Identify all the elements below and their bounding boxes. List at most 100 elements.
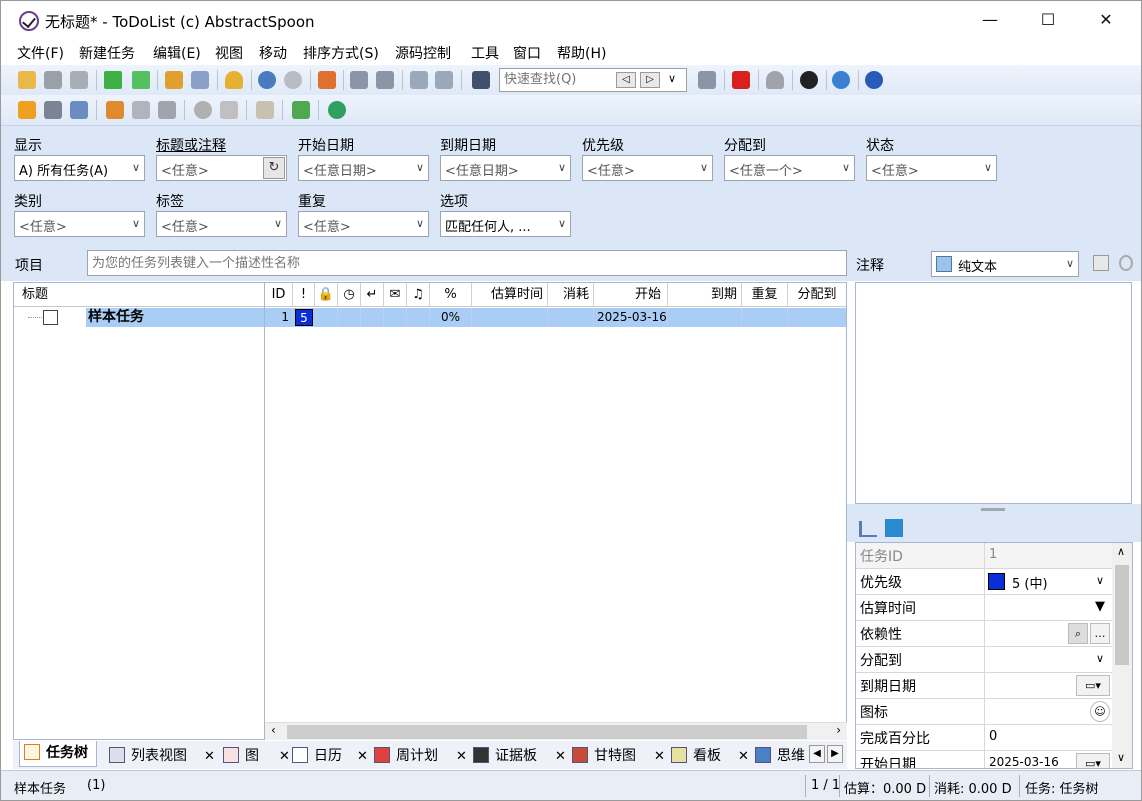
- link-icon[interactable]: [132, 101, 150, 119]
- scroll-left-icon[interactable]: ‹: [271, 723, 276, 737]
- settings-gear-icon[interactable]: [832, 71, 850, 89]
- menu-view[interactable]: 视图: [215, 43, 243, 63]
- spark-icon[interactable]: [18, 101, 36, 119]
- filter-options-select[interactable]: 匹配任何人, ... ∨: [440, 211, 571, 237]
- flag-icon[interactable]: [106, 101, 124, 119]
- inspector-scrollbar[interactable]: ∧ ∨: [1112, 543, 1132, 768]
- help-icon[interactable]: [865, 71, 883, 89]
- task-columns-grid[interactable]: ID ! 🔒 ◷ ↵ ✉ ♫ % 估算时间 消耗 开始 到期 重复 分配到 1 …: [265, 282, 847, 740]
- minimize-button[interactable]: —: [961, 1, 1019, 39]
- prop-icon[interactable]: 图标 ☺: [856, 699, 1112, 725]
- search-icon[interactable]: ⌕: [1068, 623, 1088, 644]
- open-folder-icon[interactable]: [18, 71, 36, 89]
- prop-priority[interactable]: 优先级 5 (中) ∨: [856, 569, 1112, 595]
- calendar-dropdown-icon[interactable]: ▭▾: [1076, 753, 1110, 768]
- menu-file[interactable]: 文件(F): [17, 43, 64, 63]
- priority-exclamation-icon[interactable]: !: [293, 283, 315, 307]
- notes-calendar-icon[interactable]: [1093, 255, 1109, 271]
- list-sort-icon[interactable]: [859, 521, 877, 537]
- prop-start-date[interactable]: 开始日期 2025-03-16 ▭▾: [856, 751, 1112, 768]
- clock-column-icon[interactable]: ◷: [338, 283, 361, 307]
- find-binoculars-icon[interactable]: [472, 71, 490, 89]
- tab-calendar[interactable]: 日历: [292, 745, 342, 765]
- filter-status-select[interactable]: <任意> ∨: [866, 155, 997, 181]
- priority-badge[interactable]: 5: [295, 309, 313, 326]
- close-tab-icon[interactable]: ✕: [555, 749, 566, 764]
- chevron-down-icon[interactable]: ∨: [668, 72, 676, 85]
- horizontal-scrollbar[interactable]: ‹ ›: [265, 722, 847, 740]
- tab-list-view[interactable]: 列表视图: [109, 745, 187, 765]
- prop-assigned[interactable]: 分配到 ∨: [856, 647, 1112, 673]
- column-header-spent[interactable]: 消耗: [548, 283, 594, 307]
- notes-editor[interactable]: [855, 282, 1132, 504]
- chevron-down-icon[interactable]: ∨: [1090, 571, 1110, 592]
- find-prev-icon[interactable]: ◁: [616, 72, 636, 88]
- column-header-start[interactable]: 开始: [594, 283, 668, 307]
- filter-assigned-select[interactable]: <任意一个> ∨: [724, 155, 855, 181]
- close-button[interactable]: ✕: [1077, 1, 1135, 39]
- column-header-recur[interactable]: 重复: [742, 283, 788, 307]
- menu-new-task[interactable]: 新建任务: [79, 43, 135, 63]
- scroll-icon[interactable]: [256, 101, 274, 119]
- redo-icon[interactable]: [284, 71, 302, 89]
- scroll-thumb[interactable]: [1115, 565, 1129, 665]
- tab-gantt[interactable]: 甘特图: [572, 745, 636, 765]
- menu-source-control[interactable]: 源码控制: [395, 43, 451, 63]
- arrow-right-icon[interactable]: [435, 71, 453, 89]
- tab-scroll-left-icon[interactable]: ◀: [809, 745, 825, 763]
- column-header-title[interactable]: 标题: [14, 283, 264, 307]
- scroll-down-icon[interactable]: ∨: [1117, 751, 1125, 764]
- close-tab-icon[interactable]: ✕: [654, 749, 665, 764]
- smiley-icon[interactable]: ☺: [1090, 701, 1110, 722]
- globe-icon[interactable]: [328, 101, 346, 119]
- menu-window[interactable]: 窗口: [513, 43, 541, 63]
- maximize-button[interactable]: ☐: [1019, 1, 1077, 39]
- task-title[interactable]: 样本任务: [86, 308, 264, 327]
- email-icon[interactable]: [70, 101, 88, 119]
- menu-edit[interactable]: 编辑(E): [153, 43, 201, 63]
- save-all-icon[interactable]: [70, 71, 88, 89]
- filter-category-select[interactable]: <任意> ∨: [14, 211, 145, 237]
- more-icon[interactable]: …: [1090, 623, 1110, 644]
- tab-mind-map[interactable]: 思维: [755, 745, 807, 765]
- chevron-down-icon[interactable]: ∨: [1090, 649, 1110, 670]
- tab-scroll-right-icon[interactable]: ▶: [827, 745, 843, 763]
- task-checkbox[interactable]: [43, 310, 58, 325]
- yin-yang-icon[interactable]: [800, 71, 818, 89]
- menu-move[interactable]: 移动: [259, 43, 287, 63]
- reminder-bell-icon[interactable]: [225, 71, 243, 89]
- quick-find-input[interactable]: [504, 72, 614, 87]
- tag-icon[interactable]: [292, 101, 310, 119]
- filter-recurrence-select[interactable]: <任意> ∨: [298, 211, 429, 237]
- scroll-right-icon[interactable]: ›: [836, 723, 841, 737]
- filter-tags-select[interactable]: <任意> ∨: [156, 211, 287, 237]
- new-task-plus-icon[interactable]: [104, 71, 122, 89]
- close-tab-icon[interactable]: ✕: [357, 749, 368, 764]
- tree-row[interactable]: 样本任务: [14, 308, 264, 327]
- return-column-icon[interactable]: ↵: [361, 283, 384, 307]
- lock-icon[interactable]: [766, 71, 784, 89]
- tab-week-planner[interactable]: 周计划: [374, 745, 438, 765]
- prop-percent[interactable]: 完成百分比 0: [856, 725, 1112, 751]
- edit-pencil-icon[interactable]: [165, 71, 183, 89]
- close-tab-icon[interactable]: ✕: [279, 749, 290, 764]
- calendar-dropdown-icon[interactable]: ▭▾: [1076, 675, 1110, 696]
- close-tab-icon[interactable]: ✕: [204, 749, 215, 764]
- filter-priority-select[interactable]: <任意> ∨: [582, 155, 713, 181]
- close-tab-icon[interactable]: ✕: [738, 749, 749, 764]
- filter-due-select[interactable]: <任意日期> ∨: [440, 155, 571, 181]
- quick-find-combo[interactable]: ◁ ▷ ∨: [499, 68, 687, 92]
- edit-comment-icon[interactable]: [191, 71, 209, 89]
- move-down-icon[interactable]: [376, 71, 394, 89]
- find-next-icon[interactable]: ▷: [640, 72, 660, 88]
- maximize-tasklist-icon[interactable]: [318, 71, 336, 89]
- tab-chart[interactable]: 图: [223, 745, 259, 765]
- refresh-icon[interactable]: ↻: [263, 157, 285, 179]
- new-subtask-plus-icon[interactable]: [132, 71, 150, 89]
- notes-clock-icon[interactable]: [1119, 255, 1133, 271]
- bell-column-icon[interactable]: ♫: [407, 283, 430, 307]
- arrow-left-icon[interactable]: [410, 71, 428, 89]
- column-header-due[interactable]: 到期: [668, 283, 742, 307]
- column-header-percent[interactable]: %: [430, 283, 472, 307]
- delete-x-icon[interactable]: [732, 71, 750, 89]
